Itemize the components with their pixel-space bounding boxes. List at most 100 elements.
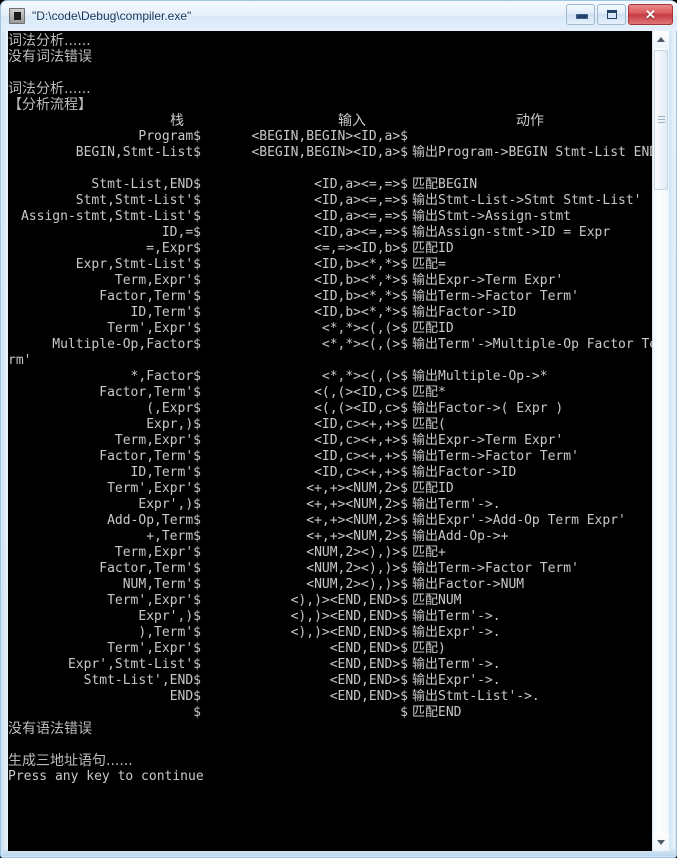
action-production: Term->Factor Term'	[438, 449, 579, 464]
maximize-button[interactable]	[597, 4, 626, 25]
parse-step-row: END$ <END,END>$ 输出Stmt-List'->.	[8, 689, 655, 705]
cell-action: 输出Factor->NUM	[412, 577, 524, 593]
action-production: Assign-stmt->ID = Expr	[438, 225, 611, 240]
action-production: +	[438, 545, 446, 560]
cell-action: 匹配ID	[412, 481, 454, 497]
console-epilogue-line-3: Press any key to continue	[8, 769, 204, 784]
cell-stack: Term',Expr'$	[107, 593, 201, 608]
close-button[interactable]: ✕	[628, 4, 673, 25]
cell-action: 匹配BEGIN	[412, 177, 477, 193]
minimize-button[interactable]	[566, 4, 595, 25]
action-verb: 匹配	[412, 545, 439, 560]
cell-action: 输出Expr'->Add-Op Term Expr'	[412, 513, 626, 529]
action-verb: 输出	[412, 433, 439, 448]
cell-input: <BEGIN,BEGIN><ID,a>$	[251, 129, 408, 144]
cell-input: <ID,b><*,*>$	[314, 289, 408, 304]
action-verb: 匹配	[412, 417, 439, 432]
action-production: =	[438, 257, 446, 272]
action-verb: 输出	[412, 145, 439, 160]
parse-step-row: Term,Expr'$ <NUM,2><),)>$ 匹配+	[8, 545, 655, 561]
action-verb: 输出	[412, 401, 439, 416]
cell-input: <),)><END,END>$	[290, 609, 408, 624]
cell-stack: +,Term$	[146, 529, 201, 544]
cell-input: <END,END>$	[329, 673, 408, 688]
cell-stack: Stmt,Stmt-List'$	[75, 193, 201, 208]
action-verb: 匹配	[412, 257, 439, 272]
cell-action: 输出Multiple-Op->*	[412, 369, 548, 385]
console-wrapped-line: rm'	[8, 353, 32, 368]
cell-stack: Term',Expr'$	[107, 321, 201, 336]
window-frame-right	[669, 31, 675, 856]
parse-step-row: Term',Expr'$ <END,END>$ 匹配)	[8, 641, 655, 657]
cell-stack: Term,Expr'$	[114, 273, 201, 288]
scroll-down-arrow-icon[interactable]	[653, 834, 669, 851]
cell-input: <END,END>$	[329, 657, 408, 672]
cell-action: 匹配+	[412, 545, 446, 561]
vertical-scrollbar[interactable]	[652, 31, 669, 851]
title-bar[interactable]: "D:\code\Debug\compiler.exe" ✕	[1, 1, 677, 31]
cell-stack: BEGIN,Stmt-List$	[75, 145, 201, 160]
triangle-down-icon	[657, 840, 665, 845]
parse-step-row: (,Expr$ <(,(><ID,c>$ 输出Factor->( Expr )	[8, 401, 655, 417]
cell-action: 输出Stmt->Assign-stmt	[412, 209, 571, 225]
parse-step-row: BEGIN,Stmt-List$ <BEGIN,BEGIN><ID,a>$ 输出Pr…	[8, 145, 655, 161]
action-production: Expr->Term Expr'	[438, 273, 564, 288]
cell-stack: Term',Expr'$	[107, 641, 201, 656]
console-output-area[interactable]: 词法分析...... 没有词法错误 词法分析...... 【分析流程】栈输入 动作 Pro…	[8, 31, 655, 851]
cell-action: 匹配=	[412, 257, 446, 273]
cell-action: 输出Factor->ID	[412, 305, 516, 321]
action-production: Factor->ID	[438, 465, 517, 480]
parse-step-row: Factor,Term'$ <ID,b><*,*>$ 输出Term->Factor …	[8, 289, 655, 305]
cell-stack: Expr',)$	[138, 497, 201, 512]
cell-input: <ID,c><+,+>$	[314, 449, 408, 464]
parse-step-row: Term',Expr'$ <+,+><NUM,2>$ 匹配ID	[8, 481, 655, 497]
cell-input: <(,(><ID,c>$	[314, 401, 408, 416]
cell-input: <ID,c><+,+>$	[314, 465, 408, 480]
column-header-input: 输入	[338, 113, 366, 129]
parse-step-row	[8, 161, 655, 177]
cell-stack: ID,Term'$	[130, 305, 201, 320]
parse-step-row: $ $ 匹配END	[8, 705, 655, 721]
cell-input: <ID,b><*,*>$	[314, 273, 408, 288]
action-verb: 输出	[412, 225, 439, 240]
cell-input: <),)><END,END>$	[290, 625, 408, 640]
cell-stack: =,Expr$	[146, 241, 201, 256]
console-epilogue-line-0: 没有语法错误	[8, 721, 92, 737]
parse-step-row: Term',Expr'$ <),)><END,END>$ 匹配NUM	[8, 593, 655, 609]
action-production: Term'->.	[438, 609, 501, 624]
action-verb: 匹配	[412, 593, 439, 608]
cell-stack: Factor,Term'$	[99, 561, 201, 576]
cell-stack: $	[193, 705, 201, 720]
cell-input: <+,+><NUM,2>$	[306, 529, 408, 544]
action-production: )	[438, 641, 446, 656]
cell-input: <NUM,2><),)>$	[306, 545, 408, 560]
column-header-action: 动作	[516, 113, 544, 129]
cell-stack: Factor,Term'$	[99, 449, 201, 464]
action-verb: 输出	[412, 609, 439, 624]
action-production: ID	[438, 321, 454, 336]
action-verb: 输出	[412, 289, 439, 304]
parse-step-row: Expr',Stmt-List'$ <END,END>$ 输出Term'->.	[8, 657, 655, 673]
action-production: Stmt-List->Stmt Stmt-List'	[438, 193, 642, 208]
action-production: BEGIN	[438, 177, 478, 192]
action-verb: 输出	[412, 673, 439, 688]
cell-stack: Expr,)$	[146, 417, 201, 432]
cell-action: 输出Term->Factor Term'	[412, 561, 579, 577]
action-production: Term->Factor Term'	[438, 289, 579, 304]
column-header-stack: 栈	[170, 113, 184, 129]
console-window: "D:\code\Debug\compiler.exe" ✕ 词法分析.....…	[0, 0, 677, 858]
action-verb: 输出	[412, 465, 439, 480]
action-verb: 输出	[412, 337, 439, 352]
cell-action: 输出Term'->.	[412, 609, 501, 625]
scroll-up-arrow-icon[interactable]	[653, 31, 669, 48]
action-production: Factor->ID	[438, 305, 517, 320]
console-preamble-line-3: 词法分析......	[8, 81, 91, 97]
parse-step-row: Term',Expr'$ <*,*><(,(>$ 匹配ID	[8, 321, 655, 337]
cell-stack: Stmt-List',END$	[83, 673, 201, 688]
scroll-thumb[interactable]	[654, 50, 668, 190]
action-production: Term'->.	[438, 657, 501, 672]
table-header-row: 栈 输入 动作	[8, 113, 655, 129]
action-verb: 匹配	[412, 177, 439, 192]
cell-stack: END$	[169, 689, 201, 704]
parse-step-row: NUM,Term'$ <NUM,2><),)>$ 输出Factor->NUM	[8, 577, 655, 593]
